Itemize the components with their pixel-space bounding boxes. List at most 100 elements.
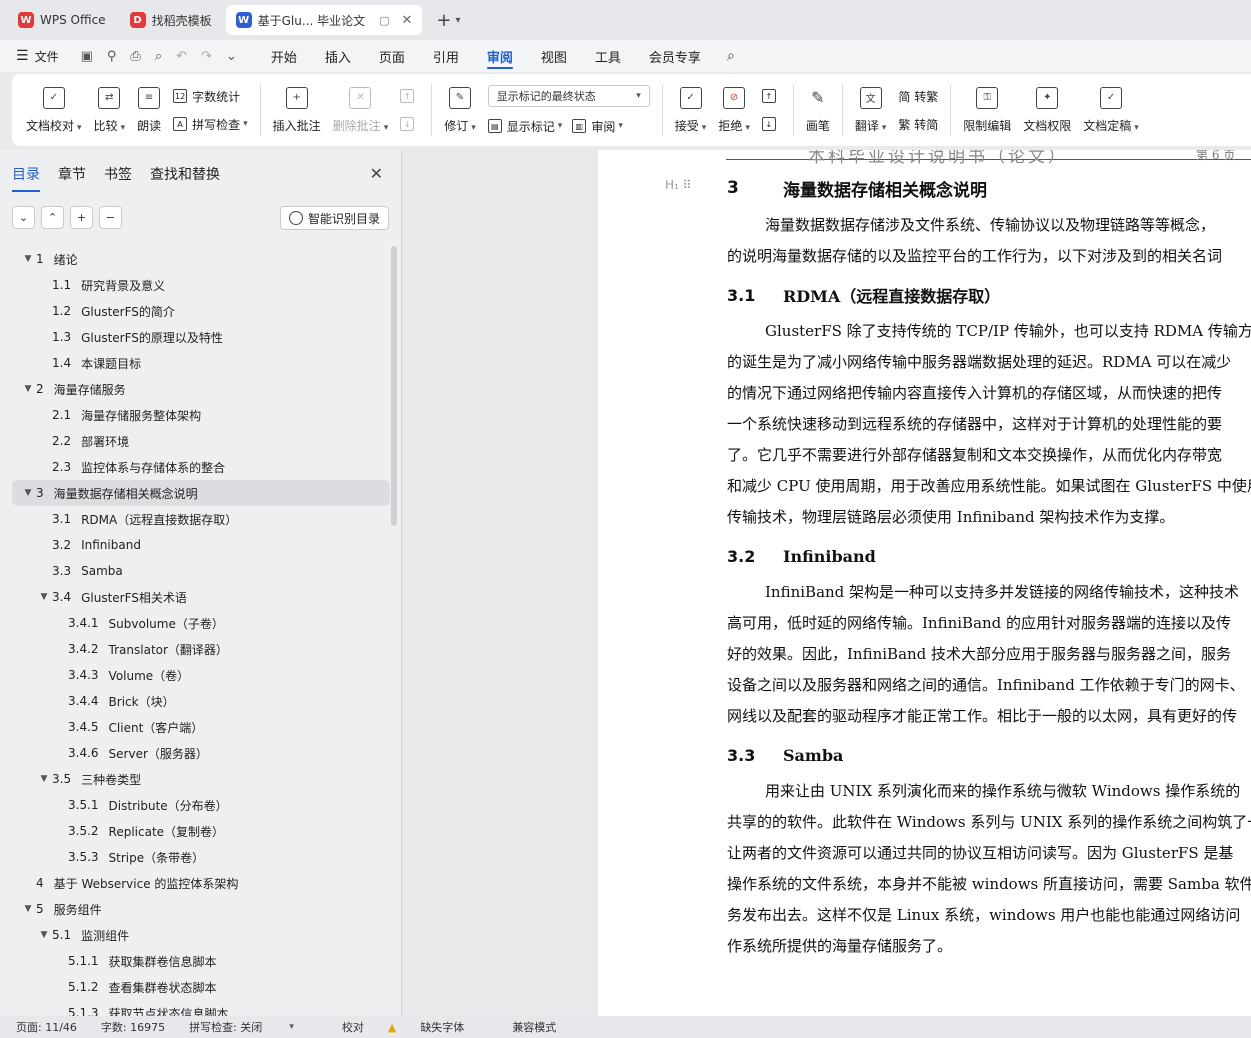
- accept-button[interactable]: ✓ 接受 ▾: [669, 78, 713, 142]
- toc-item[interactable]: ▼ 5 服务组件: [12, 896, 390, 922]
- tab-view[interactable]: 视图: [541, 40, 567, 72]
- toc-item[interactable]: 3.4.1 Subvolume（子卷）: [12, 610, 390, 636]
- toc-scrollbar[interactable]: [391, 246, 397, 526]
- toc-item[interactable]: 1.3 GlusterFS的原理以及特性: [12, 324, 390, 350]
- track-changes-button[interactable]: ✎ 修订 ▾: [438, 78, 482, 142]
- print-icon[interactable]: ⎙: [130, 49, 140, 64]
- word-count-button[interactable]: 12 字数统计: [173, 87, 248, 105]
- review-pane-button[interactable]: ▥ 审阅 ▾: [572, 118, 623, 135]
- simp-to-trad-button[interactable]: 简 转繁: [898, 87, 938, 105]
- toc-item[interactable]: ▼ 5.1 监测组件: [12, 922, 390, 948]
- nav-tab-toc[interactable]: 目录: [12, 164, 40, 192]
- share-icon[interactable]: ⚲: [107, 49, 117, 64]
- tab-member[interactable]: 会员专享: [649, 40, 701, 72]
- add-heading-button[interactable]: +: [70, 206, 93, 229]
- toc-item[interactable]: 3.4.6 Server（服务器）: [12, 740, 390, 766]
- toc-item[interactable]: 5.1.3 获取节点状态信息脚本: [12, 1000, 390, 1016]
- status-words[interactable]: 字数: 16975: [101, 1019, 165, 1035]
- toc-item[interactable]: 3.5.2 Replicate（复制卷）: [12, 818, 390, 844]
- expand-arrow-icon[interactable]: ▼: [38, 592, 50, 602]
- reject-button[interactable]: ⊘ 拒绝 ▾: [712, 78, 756, 142]
- trad-to-simp-button[interactable]: 繁 转简: [898, 115, 938, 133]
- toc-item[interactable]: 1.2 GlusterFS的简介: [12, 298, 390, 324]
- toc-item[interactable]: 3.4.3 Volume（卷）: [12, 662, 390, 688]
- toc-item[interactable]: 2.1 海量存储服务整体架构: [12, 402, 390, 428]
- proofread-button[interactable]: ✓ 文档校对 ▾: [20, 78, 88, 142]
- collapse-up-button[interactable]: ⌃: [41, 206, 64, 229]
- window-icon[interactable]: ▢: [379, 14, 389, 27]
- close-tab-icon[interactable]: ✕: [401, 13, 412, 28]
- tab-wps-office[interactable]: W WPS Office: [8, 5, 116, 35]
- nav-tab-find-replace[interactable]: 查找和替换: [150, 164, 220, 192]
- save-icon[interactable]: ▣: [81, 49, 93, 64]
- tab-templates[interactable]: D 找稻壳模板: [120, 5, 222, 35]
- delete-comment-button[interactable]: ✕ 删除批注 ▾: [327, 78, 395, 142]
- toc-item[interactable]: 3.1 RDMA（远程直接数据存取）: [12, 506, 390, 532]
- chevron-down-icon[interactable]: ▾: [455, 15, 460, 26]
- nav-tab-bookmarks[interactable]: 书签: [104, 164, 132, 192]
- read-aloud-button[interactable]: ≡ 朗读: [131, 78, 167, 142]
- new-tab-icon[interactable]: +: [436, 10, 451, 31]
- heading-drag-handle-icon[interactable]: H₁ ⠿: [665, 178, 691, 192]
- insert-comment-button[interactable]: + 插入批注: [267, 78, 327, 142]
- next-comment-button[interactable]: ↓: [400, 115, 419, 133]
- finalize-button[interactable]: ✓ 文档定稿 ▾: [1077, 78, 1145, 142]
- document-permission-button[interactable]: ✦ 文档权限: [1017, 78, 1077, 142]
- pen-button[interactable]: ✎ 画笔: [800, 78, 836, 142]
- smart-toc-button[interactable]: 智能识别目录: [279, 206, 389, 230]
- toc-item[interactable]: 1.1 研究背景及意义: [12, 272, 390, 298]
- next-change-button[interactable]: ↓: [761, 115, 781, 133]
- expand-arrow-icon[interactable]: ▼: [22, 488, 34, 498]
- tab-tools[interactable]: 工具: [595, 40, 621, 72]
- expand-arrow-icon[interactable]: ▼: [38, 774, 50, 784]
- prev-comment-button[interactable]: ↑: [400, 87, 419, 105]
- toc-item[interactable]: 2.3 监控体系与存储体系的整合: [12, 454, 390, 480]
- redo-icon[interactable]: ↷: [201, 49, 212, 64]
- prev-change-button[interactable]: ↑: [761, 87, 781, 105]
- toc-item[interactable]: 2.2 部署环境: [12, 428, 390, 454]
- nav-tab-sections[interactable]: 章节: [58, 164, 86, 192]
- toc-item[interactable]: 5.1.1 获取集群卷信息脚本: [12, 948, 390, 974]
- expand-arrow-icon[interactable]: ▼: [22, 904, 34, 914]
- toc-item[interactable]: 3.5.3 Stripe（条带卷）: [12, 844, 390, 870]
- status-missing-font[interactable]: ▲ 缺失字体: [388, 1019, 488, 1035]
- show-markup-button[interactable]: ▤ 显示标记 ▾: [487, 118, 562, 135]
- collapse-down-button[interactable]: ⌄: [12, 206, 35, 229]
- undo-icon[interactable]: ↶: [176, 49, 187, 64]
- compare-button[interactable]: ⇄ 比较 ▾: [88, 78, 132, 142]
- translate-button[interactable]: 文 翻译 ▾: [849, 78, 893, 142]
- toc-item[interactable]: 3.5.1 Distribute（分布卷）: [12, 792, 390, 818]
- close-pane-icon[interactable]: ✕: [370, 164, 383, 183]
- tab-start[interactable]: 开始: [271, 40, 297, 72]
- markup-display-select[interactable]: 显示标记的最终状态 ▾: [487, 85, 650, 107]
- toc-item[interactable]: 3.4.5 Client（客户端）: [12, 714, 390, 740]
- toc-item[interactable]: 1.4 本课题目标: [12, 350, 390, 376]
- tab-insert[interactable]: 插入: [325, 40, 351, 72]
- expand-arrow-icon[interactable]: ▼: [22, 254, 34, 264]
- toc-item[interactable]: 3.2 Infiniband: [12, 532, 390, 558]
- tab-review[interactable]: 审阅: [486, 40, 513, 72]
- status-spell[interactable]: 拼写检查: 关闭 ▾: [189, 1019, 318, 1035]
- spell-check-button[interactable]: A 拼写检查 ▾: [173, 115, 248, 133]
- document-content[interactable]: 3 海量数据存储相关概念说明 海量数据数据存储涉及文件系统、传输协议以及物理链路等…: [727, 172, 1251, 966]
- expand-arrow-icon[interactable]: ▼: [22, 384, 34, 394]
- remove-heading-button[interactable]: −: [99, 206, 122, 229]
- toc-item[interactable]: ▼ 3.5 三种卷类型: [12, 766, 390, 792]
- expand-arrow-icon[interactable]: ▼: [38, 930, 50, 940]
- print-preview-icon[interactable]: ⌕: [155, 49, 162, 64]
- toc-item[interactable]: 4 基于 Webservice 的监控体系架构: [12, 870, 390, 896]
- toc-item[interactable]: ▼ 3 海量数据存储相关概念说明: [12, 480, 390, 506]
- tab-document[interactable]: W 基于Glu... 毕业论文 ▢ ✕: [225, 5, 423, 35]
- toc-item[interactable]: 5.1.2 查看集群卷状态脚本: [12, 974, 390, 1000]
- toc-item[interactable]: 3.3 Samba: [12, 558, 390, 584]
- tab-reference[interactable]: 引用: [433, 40, 459, 72]
- toc-item[interactable]: 3.4.4 Brick（块）: [12, 688, 390, 714]
- toc-item[interactable]: ▼ 3.4 GlusterFS相关术语: [12, 584, 390, 610]
- search-icon[interactable]: ⌕: [727, 48, 735, 64]
- chevron-down-icon[interactable]: ⌄: [226, 49, 237, 64]
- hamburger-icon[interactable]: ☰: [16, 48, 29, 64]
- toc-item[interactable]: ▼ 1 绪论: [12, 246, 390, 272]
- toc-item[interactable]: ▼ 2 海量存储服务: [12, 376, 390, 402]
- status-page[interactable]: 页面: 11/46: [16, 1019, 77, 1035]
- toc-item[interactable]: 3.4.2 Translator（翻译器）: [12, 636, 390, 662]
